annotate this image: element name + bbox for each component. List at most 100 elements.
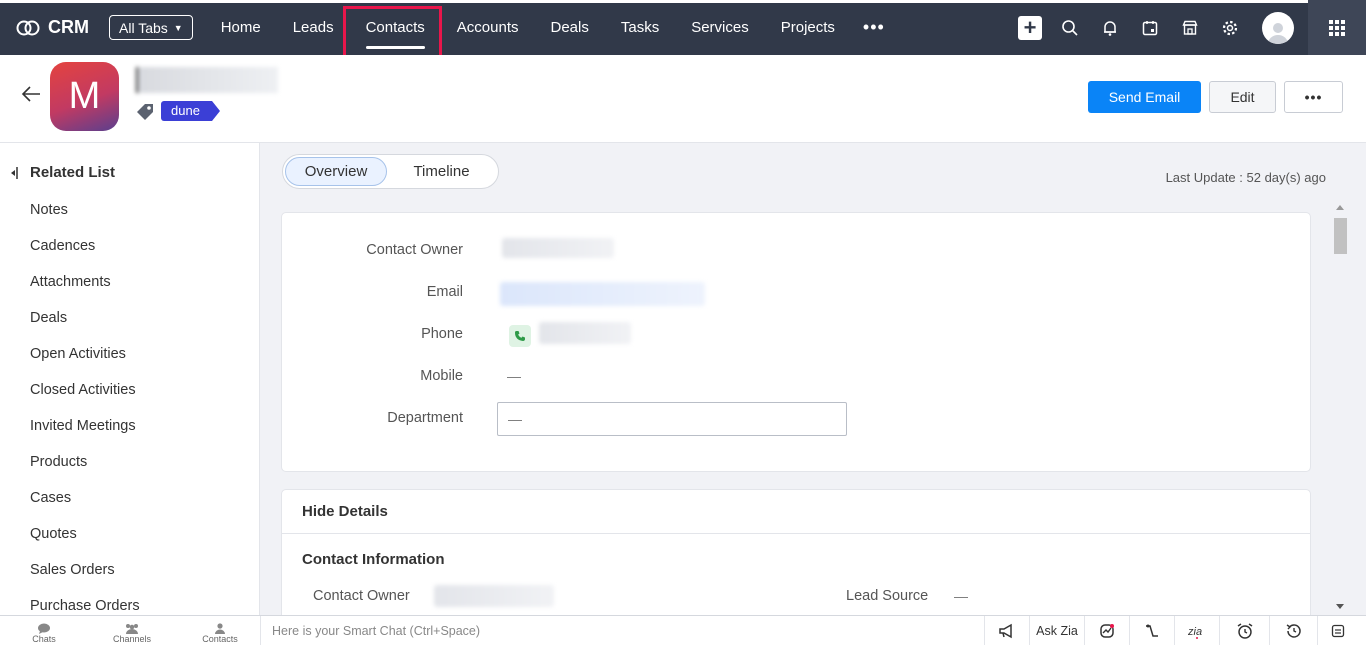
apps-grid-icon xyxy=(1329,19,1345,36)
tab-leads[interactable]: Leads xyxy=(277,0,350,55)
contact-avatar[interactable]: M xyxy=(50,62,119,131)
contacts-bottom-button[interactable]: Contacts xyxy=(176,616,264,645)
module-tabs: Home Leads Contacts Accounts Deals Tasks… xyxy=(205,0,897,55)
channels-icon xyxy=(126,623,138,634)
feeds-icon xyxy=(1146,624,1158,637)
details-contact-owner-value-redacted xyxy=(434,585,554,607)
smart-chat-input[interactable]: Here is your Smart Chat (Ctrl+Space) xyxy=(260,616,984,645)
related-list-header[interactable]: Related List xyxy=(10,164,115,181)
zia-icon: zia xyxy=(1187,626,1202,639)
tab-deals[interactable]: Deals xyxy=(535,0,605,55)
tag-icon[interactable] xyxy=(136,103,156,121)
phone-value-redacted[interactable] xyxy=(539,322,631,344)
tab-label: Accounts xyxy=(456,19,519,36)
announcements-button[interactable] xyxy=(984,616,1029,645)
department-field[interactable]: — xyxy=(497,402,847,436)
feeds-button[interactable] xyxy=(1129,616,1174,645)
tab-contacts[interactable]: Contacts xyxy=(350,0,441,55)
view-toggle: Overview Timeline xyxy=(282,154,499,189)
scroll-up-arrow-icon[interactable] xyxy=(1336,205,1344,210)
recent-items-button[interactable] xyxy=(1269,616,1317,645)
tab-tasks[interactable]: Tasks xyxy=(605,0,675,55)
details-card: Hide Details Contact Information Contact… xyxy=(281,489,1311,629)
create-button[interactable]: + xyxy=(1010,0,1050,55)
alarm-clock-icon xyxy=(1237,623,1252,639)
phone-label: Phone xyxy=(421,326,463,342)
search-icon xyxy=(1062,19,1078,36)
tag-chip[interactable]: dune xyxy=(161,101,220,121)
brand-name: CRM xyxy=(48,17,89,37)
signals-icon xyxy=(1100,624,1114,638)
back-arrow-icon[interactable] xyxy=(20,85,42,103)
scroll-thumb[interactable] xyxy=(1334,218,1347,254)
overview-card: Contact Owner Email Phone Mobile — Depar… xyxy=(281,212,1311,472)
timeline-tab[interactable]: Timeline xyxy=(387,157,496,186)
mobile-label: Mobile xyxy=(420,368,463,384)
related-list-item-sales-orders[interactable]: Sales Orders xyxy=(30,562,140,598)
related-list-item-deals[interactable]: Deals xyxy=(30,310,140,346)
lead-source-value: — xyxy=(954,588,968,604)
more-actions-button[interactable]: ••• xyxy=(1284,81,1343,113)
reminders-button[interactable] xyxy=(1219,616,1269,645)
ask-zia-button[interactable]: Ask Zia xyxy=(1029,616,1084,645)
chats-button[interactable]: Chats xyxy=(0,616,88,645)
bell-icon xyxy=(1104,20,1116,36)
tab-accounts[interactable]: Accounts xyxy=(441,0,535,55)
related-list-item-open-activities[interactable]: Open Activities xyxy=(30,346,140,382)
settings-button[interactable] xyxy=(1210,0,1250,55)
related-list-item-notes[interactable]: Notes xyxy=(30,202,140,238)
collapse-sidebar-icon[interactable] xyxy=(10,166,18,180)
related-list-item-quotes[interactable]: Quotes xyxy=(30,526,140,562)
related-list-item-invited-meetings[interactable]: Invited Meetings xyxy=(30,418,140,454)
tab-label: Tasks xyxy=(620,19,660,36)
notifications-button[interactable] xyxy=(1090,0,1130,55)
tab-label: Home xyxy=(220,19,261,36)
notes-button[interactable] xyxy=(1317,616,1357,645)
related-list-item-cases[interactable]: Cases xyxy=(30,490,140,526)
tab-home[interactable]: Home xyxy=(205,0,277,55)
more-tabs-button[interactable]: ••• xyxy=(851,17,897,38)
related-list-item-purchase-orders[interactable]: Purchase Orders xyxy=(30,598,140,615)
mobile-value: — xyxy=(507,368,521,384)
related-list-item-attachments[interactable]: Attachments xyxy=(30,274,140,310)
last-update-text: Last Update : 52 day(s) ago xyxy=(1165,170,1326,185)
hide-details-link[interactable]: Hide Details xyxy=(302,503,388,520)
related-list-item-cadences[interactable]: Cadences xyxy=(30,238,140,274)
phone-icon[interactable] xyxy=(509,325,531,347)
contacts-icon xyxy=(215,622,225,634)
contact-owner-label: Contact Owner xyxy=(366,242,463,258)
tab-services[interactable]: Services xyxy=(675,0,765,55)
send-email-button[interactable]: Send Email xyxy=(1088,81,1201,113)
tab-label: Deals xyxy=(550,19,589,36)
edit-button[interactable]: Edit xyxy=(1209,81,1276,113)
signals-button[interactable] xyxy=(1084,616,1129,645)
notepad-icon xyxy=(1331,624,1344,638)
contacts-bottom-label: Contacts xyxy=(202,633,238,644)
calendar-button[interactable] xyxy=(1130,0,1170,55)
history-icon xyxy=(1286,624,1301,638)
record-header: M dune Send Email Edit ••• xyxy=(0,55,1366,143)
tab-label: Contacts xyxy=(365,19,425,36)
marketplace-button[interactable] xyxy=(1170,0,1210,55)
related-list-items: Notes Cadences Attachments Deals Open Ac… xyxy=(30,202,140,615)
related-list-item-closed-activities[interactable]: Closed Activities xyxy=(30,382,140,418)
channels-button[interactable]: Channels xyxy=(88,616,176,645)
related-list-item-products[interactable]: Products xyxy=(30,454,140,490)
user-avatar[interactable] xyxy=(1262,11,1294,44)
tab-projects[interactable]: Projects xyxy=(765,0,851,55)
plus-icon: + xyxy=(1018,15,1042,40)
all-tabs-label: All Tabs xyxy=(119,19,168,36)
search-button[interactable] xyxy=(1050,0,1090,55)
overview-tab[interactable]: Overview xyxy=(285,157,388,186)
email-value-redacted[interactable] xyxy=(500,282,705,306)
gear-icon xyxy=(1222,20,1238,35)
apps-grid-button[interactable] xyxy=(1308,0,1366,55)
scroll-down-arrow-icon[interactable] xyxy=(1336,604,1344,609)
all-tabs-button[interactable]: All Tabs ▼ xyxy=(109,15,193,40)
content-scrollbar[interactable] xyxy=(1331,203,1347,615)
crm-logo[interactable]: CRM xyxy=(16,17,89,38)
related-list-sidebar: Related List Notes Cadences Attachments … xyxy=(0,143,260,615)
zia-button[interactable]: zia xyxy=(1174,616,1219,645)
caret-down-icon: ▼ xyxy=(173,22,183,33)
channels-label: Channels xyxy=(112,633,152,644)
